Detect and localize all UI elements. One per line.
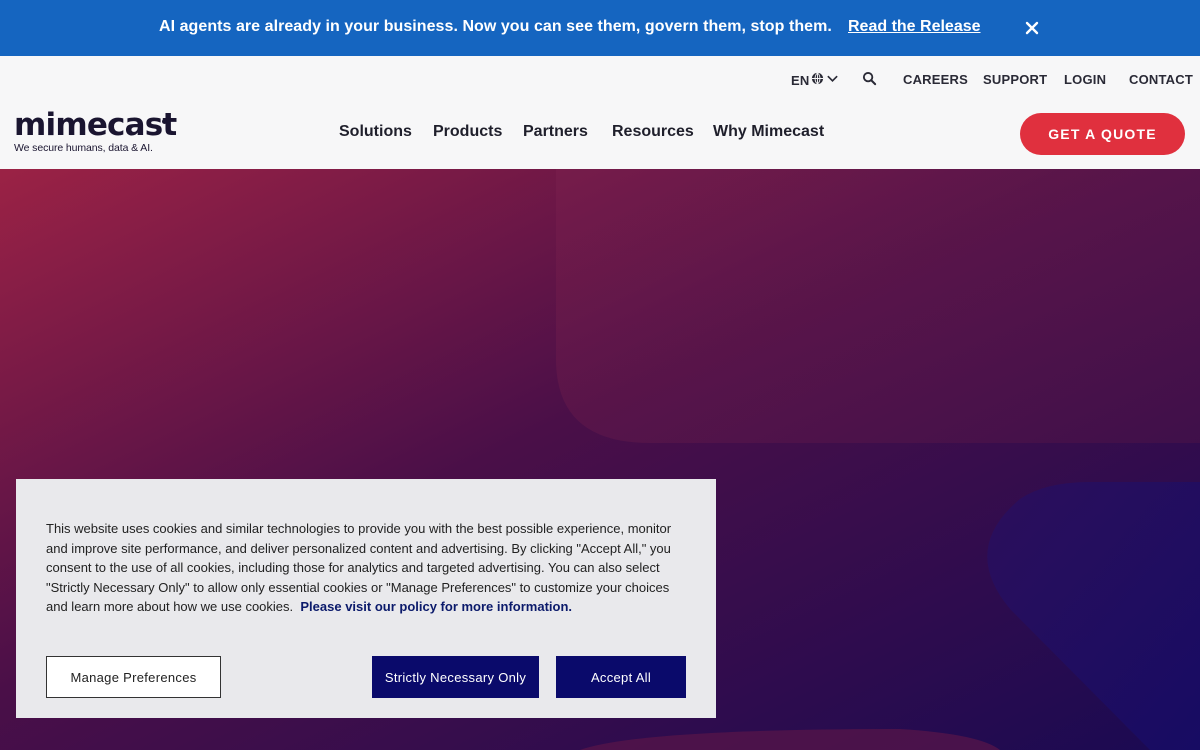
contact-link[interactable]: CONTACT (1129, 72, 1193, 87)
nav-resources[interactable]: Resources (612, 123, 694, 141)
manage-preferences-button[interactable]: Manage Preferences (46, 656, 221, 698)
logo-dot (162, 119, 167, 124)
globe-icon (811, 72, 824, 88)
close-icon[interactable] (1022, 18, 1042, 38)
get-a-quote-button[interactable]: GET A QUOTE (1020, 113, 1185, 155)
nav-why-mimecast[interactable]: Why Mimecast (713, 123, 824, 141)
strictly-necessary-button[interactable]: Strictly Necessary Only (372, 656, 539, 698)
read-release-link[interactable]: Read the Release (848, 18, 981, 36)
nav-products[interactable]: Products (433, 123, 502, 141)
nav-solutions[interactable]: Solutions (339, 123, 412, 141)
logo-tagline: We secure humans, data & AI. (14, 142, 153, 154)
accept-all-button[interactable]: Accept All (556, 656, 686, 698)
login-link[interactable]: LOGIN (1064, 72, 1106, 87)
nav-partners[interactable]: Partners (523, 123, 588, 141)
mimecast-logo[interactable]: mimecast We secure humans, data & AI. (14, 107, 177, 155)
logo-wordmark: mimecast (14, 107, 177, 143)
site-header: EN CAREERS SUPPORT LOGIN CONTACT mimecas… (0, 56, 1200, 169)
language-label: EN (791, 72, 810, 88)
announcement-text: AI agents are already in your business. … (159, 18, 832, 35)
cookie-text: This website uses cookies and similar te… (46, 519, 690, 617)
cookie-policy-link[interactable]: Please visit our policy for more informa… (300, 599, 572, 614)
language-selector[interactable]: EN (791, 72, 839, 88)
search-icon[interactable] (862, 71, 877, 89)
careers-link[interactable]: CAREERS (903, 72, 968, 87)
announcement-bar: AI agents are already in your business. … (0, 0, 1200, 56)
cookie-consent-banner: This website uses cookies and similar te… (16, 479, 716, 718)
chevron-down-icon (826, 72, 839, 88)
support-link[interactable]: SUPPORT (983, 72, 1047, 87)
